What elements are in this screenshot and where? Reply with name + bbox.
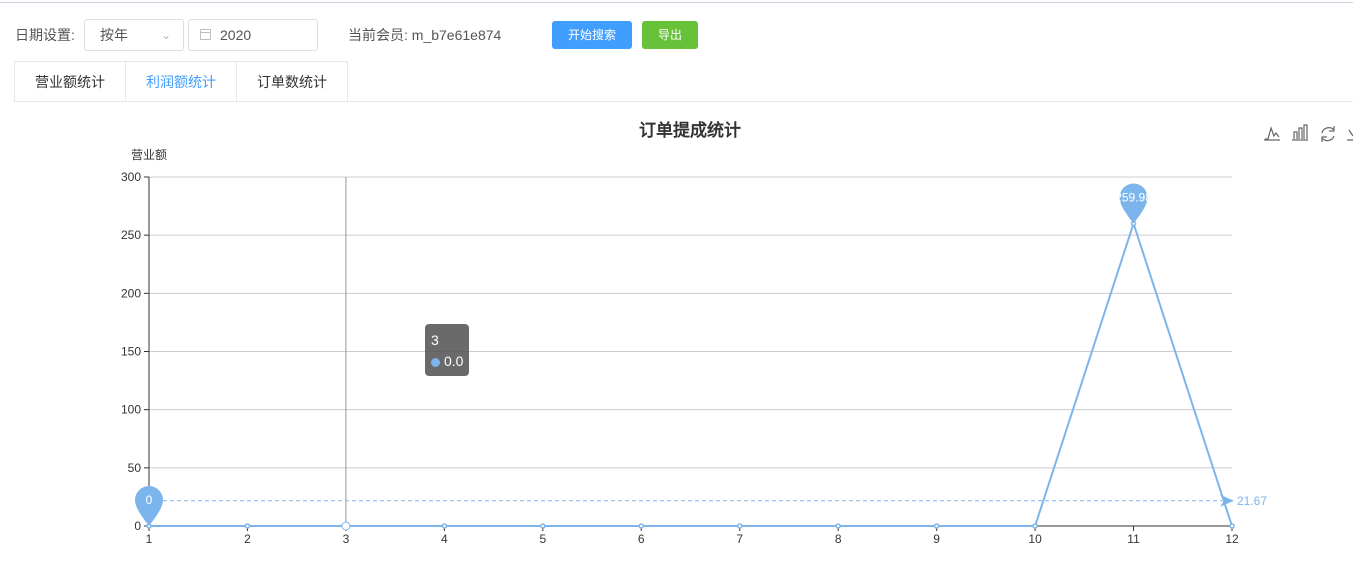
mark-line-arrow xyxy=(1220,494,1234,507)
x-tick-label: 5 xyxy=(539,532,546,546)
x-tick-label: 7 xyxy=(736,532,743,546)
tooltip-value: 0.0 xyxy=(444,353,464,369)
data-point xyxy=(736,523,743,529)
data-point xyxy=(835,523,841,529)
y-axis-label: 营业额 xyxy=(131,148,167,162)
line-chart: 订单提成统计营业额0501001502002503001 2 3 4 5 6 7 8 9 10 11… xyxy=(121,120,1353,546)
x-tick-label: 9 xyxy=(933,532,940,546)
data-point xyxy=(441,523,448,529)
x-tick-label: 10 xyxy=(1028,532,1042,546)
y-tick-label: 0 xyxy=(134,519,141,533)
data-point xyxy=(933,523,940,529)
y-tick-label: 250 xyxy=(121,228,141,242)
series-dot-icon xyxy=(431,357,440,367)
y-tick-label: 50 xyxy=(128,461,142,475)
y-tick-label: 100 xyxy=(121,403,141,417)
y-tick-label: 150 xyxy=(121,345,141,359)
bar-chart-icon[interactable] xyxy=(1292,124,1308,141)
data-point xyxy=(341,521,351,531)
y-tick-label: 200 xyxy=(121,286,141,300)
x-tick-label: 11 xyxy=(1127,532,1140,546)
mark-point-label: 0 xyxy=(146,493,153,507)
chart-tooltip: 3 0.0 xyxy=(425,324,469,376)
series-line xyxy=(149,220,1233,527)
data-point xyxy=(540,523,546,529)
data-point xyxy=(1032,523,1038,529)
x-tick-label: 12 xyxy=(1225,532,1239,546)
mark-line-label: 21.67 xyxy=(1237,494,1267,508)
tooltip-title: 3 xyxy=(431,332,439,348)
data-point xyxy=(1229,523,1235,529)
x-tick-label: 4 xyxy=(441,532,448,546)
x-tick-label: 2 xyxy=(244,532,251,546)
data-point xyxy=(244,523,251,529)
x-tick-label: 3 xyxy=(343,532,350,546)
data-point xyxy=(638,523,645,529)
download-icon[interactable] xyxy=(1347,129,1353,141)
mark-point-label: 259.98 xyxy=(1115,191,1152,205)
chart-title: 订单提成统计 xyxy=(639,120,741,140)
x-tick-label: 8 xyxy=(835,532,842,546)
refresh-icon[interactable] xyxy=(1321,126,1335,142)
line-chart-icon[interactable] xyxy=(1264,126,1280,141)
y-tick-label: 300 xyxy=(121,170,141,184)
x-tick-label: 1 xyxy=(146,532,153,546)
x-tick-label: 6 xyxy=(638,532,645,546)
